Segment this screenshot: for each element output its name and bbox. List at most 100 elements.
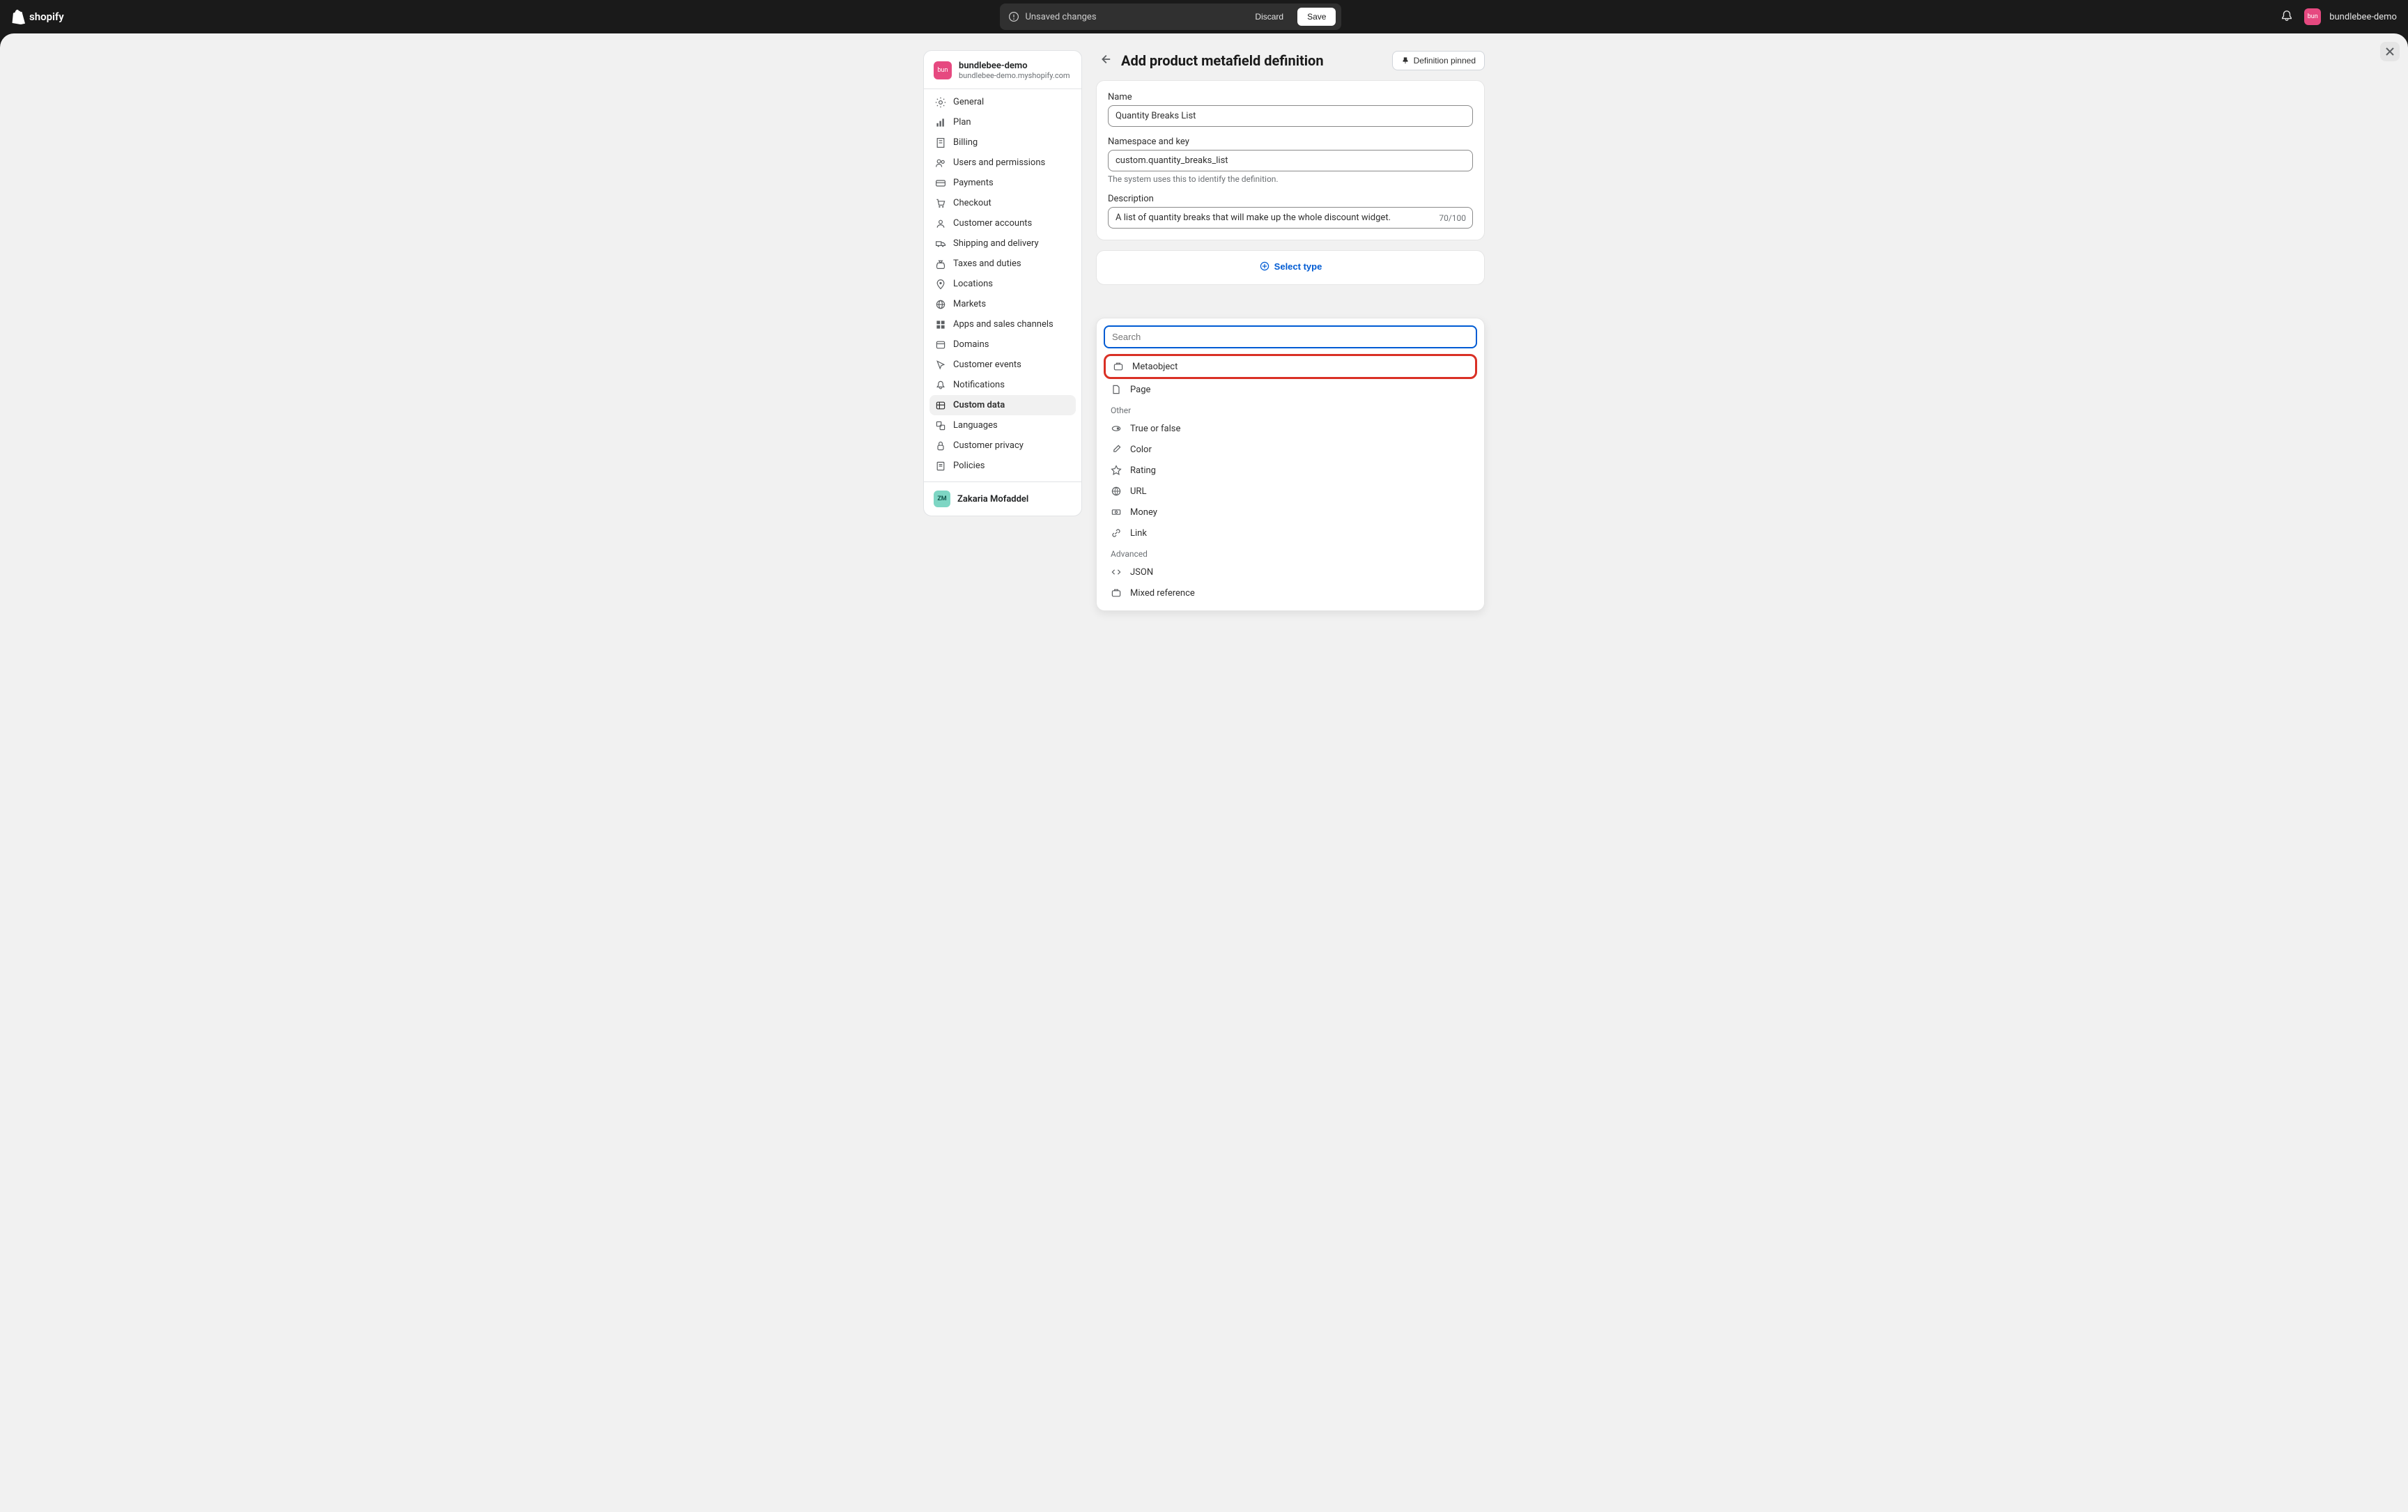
brand-logo: shopify (11, 9, 64, 24)
back-button[interactable] (1096, 50, 1114, 70)
option-true-false[interactable]: True or false (1104, 418, 1477, 439)
type-search-input[interactable] (1104, 325, 1477, 348)
description-field: Description 70/100 (1108, 194, 1473, 229)
save-button[interactable]: Save (1297, 8, 1336, 26)
shopify-bag-icon (11, 9, 25, 24)
sidebar-item-billing[interactable]: Billing (929, 132, 1076, 153)
users-icon (935, 157, 946, 169)
sidebar-item-markets[interactable]: Markets (929, 294, 1076, 314)
sidebar-item-locations[interactable]: Locations (929, 274, 1076, 294)
select-type-card: Select type (1096, 250, 1485, 285)
discard-button[interactable]: Discard (1247, 8, 1292, 26)
money-icon (1111, 507, 1122, 518)
sidebar-item-checkout[interactable]: Checkout (929, 193, 1076, 213)
sidebar-item-domains[interactable]: Domains (929, 334, 1076, 355)
namespace-label: Namespace and key (1108, 137, 1473, 147)
select-type-button[interactable]: Select type (1259, 261, 1322, 272)
close-button[interactable] (2380, 42, 2400, 61)
name-field: Name (1108, 92, 1473, 127)
sidebar-item-apps[interactable]: Apps and sales channels (929, 314, 1076, 334)
receipt-icon (935, 137, 946, 148)
option-url[interactable]: URL (1104, 481, 1477, 502)
gear-icon (935, 97, 946, 108)
database-icon (935, 400, 946, 411)
group-other: Other (1104, 400, 1477, 418)
cart-icon (935, 198, 946, 209)
browser-icon (935, 339, 946, 350)
document-icon (935, 461, 946, 472)
eyedropper-icon (1111, 444, 1122, 455)
type-options-list: Metaobject Page Other True or false Colo… (1104, 354, 1477, 603)
sidebar-user[interactable]: ZM Zakaria Mofaddel (924, 481, 1081, 516)
sidebar-item-policies[interactable]: Policies (929, 456, 1076, 476)
definition-pinned-button[interactable]: Definition pinned (1392, 51, 1485, 70)
user-name: Zakaria Mofaddel (957, 494, 1028, 504)
sidebar-item-notifications[interactable]: Notifications (929, 375, 1076, 395)
group-advanced: Advanced (1104, 543, 1477, 562)
store-name[interactable]: bundlebee-demo (2329, 12, 2397, 22)
name-label: Name (1108, 92, 1473, 102)
sidebar-item-customer-accounts[interactable]: Customer accounts (929, 213, 1076, 233)
close-icon (2385, 47, 2395, 56)
option-json[interactable]: JSON (1104, 562, 1477, 583)
option-color[interactable]: Color (1104, 439, 1477, 460)
main-content: Add product metafield definition Definit… (1096, 50, 1485, 285)
option-mixed-reference[interactable]: Mixed reference (1104, 583, 1477, 603)
pin-icon (1401, 56, 1410, 65)
sidebar-store-info[interactable]: bun bundlebee-demo bundlebee-demo.myshop… (924, 51, 1081, 88)
sidebar-item-privacy[interactable]: Customer privacy (929, 435, 1076, 456)
page-title: Add product metafield definition (1121, 52, 1324, 69)
sidebar-item-users[interactable]: Users and permissions (929, 153, 1076, 173)
globe-icon (935, 299, 946, 310)
pin-icon (935, 279, 946, 290)
toggle-icon (1111, 423, 1122, 434)
sidebar: bun bundlebee-demo bundlebee-demo.myshop… (923, 50, 1082, 516)
chart-icon (935, 117, 946, 128)
sidebar-item-customer-events[interactable]: Customer events (929, 355, 1076, 375)
sidebar-store-name: bundlebee-demo (959, 61, 1070, 71)
sidebar-item-general[interactable]: General (929, 92, 1076, 112)
bell-icon (2280, 10, 2293, 22)
info-icon (1008, 11, 1019, 22)
link-icon (1111, 527, 1122, 539)
description-label: Description (1108, 194, 1473, 204)
type-dropdown: Metaobject Page Other True or false Colo… (1096, 318, 1485, 611)
description-input[interactable] (1108, 207, 1473, 229)
name-input[interactable] (1108, 105, 1473, 127)
option-page[interactable]: Page (1104, 379, 1477, 400)
user-avatar: ZM (934, 491, 950, 507)
namespace-input[interactable] (1108, 150, 1473, 171)
language-icon (935, 420, 946, 431)
grid-icon (935, 319, 946, 330)
option-metaobject[interactable]: Metaobject (1104, 354, 1477, 379)
definition-form-card: Name Namespace and key The system uses t… (1096, 80, 1485, 240)
option-money[interactable]: Money (1104, 502, 1477, 523)
avatar[interactable]: bun (2304, 8, 2321, 25)
layout: bun bundlebee-demo bundlebee-demo.myshop… (828, 50, 1580, 516)
sidebar-store-url: bundlebee-demo.myshopify.com (959, 71, 1070, 80)
arrow-left-icon (1099, 53, 1111, 65)
option-link[interactable]: Link (1104, 523, 1477, 543)
globe-small-icon (1111, 486, 1122, 497)
brand-text: shopify (29, 10, 64, 23)
unsaved-changes-msg: Unsaved changes (1005, 11, 1241, 22)
app-container: bun bundlebee-demo bundlebee-demo.myshop… (0, 33, 2408, 1512)
metaobject-icon (1113, 361, 1124, 372)
sidebar-item-payments[interactable]: Payments (929, 173, 1076, 193)
person-icon (935, 218, 946, 229)
sidebar-item-plan[interactable]: Plan (929, 112, 1076, 132)
truck-icon (935, 238, 946, 249)
option-rating[interactable]: Rating (1104, 460, 1477, 481)
notifications-button[interactable] (2278, 7, 2296, 27)
nav-list: General Plan Billing Users and permissio… (924, 88, 1081, 481)
sidebar-item-shipping[interactable]: Shipping and delivery (929, 233, 1076, 254)
sidebar-item-custom-data[interactable]: Custom data (929, 395, 1076, 415)
sidebar-item-taxes[interactable]: Taxes and duties (929, 254, 1076, 274)
plus-circle-icon (1259, 261, 1270, 272)
sidebar-item-languages[interactable]: Languages (929, 415, 1076, 435)
namespace-field: Namespace and key The system uses this t… (1108, 137, 1473, 184)
namespace-hint: The system uses this to identify the def… (1108, 174, 1473, 184)
store-avatar: bun (934, 61, 952, 79)
page-header: Add product metafield definition Definit… (1096, 50, 1485, 70)
star-icon (1111, 465, 1122, 476)
